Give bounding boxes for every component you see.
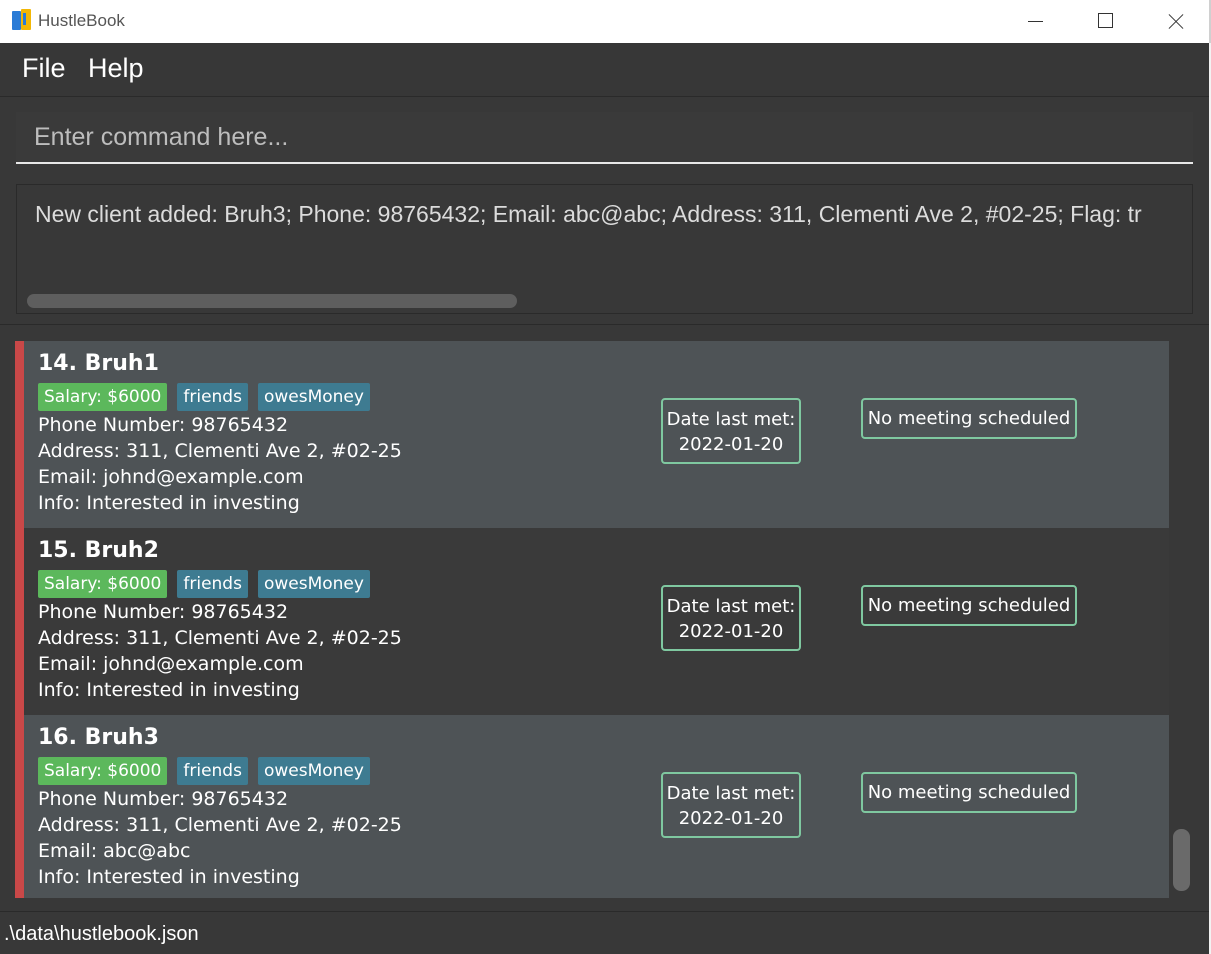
client-address: Address: 311, Clementi Ave 2, #02-25 xyxy=(38,440,402,462)
menu-file[interactable]: File xyxy=(22,53,66,84)
client-phone: Phone Number: 98765432 xyxy=(38,788,289,810)
tag: friends xyxy=(177,570,248,598)
meeting-status-box: No meeting scheduled xyxy=(861,772,1077,813)
meeting-status-box: No meeting scheduled xyxy=(861,398,1077,439)
list-scrollbar-track[interactable] xyxy=(1169,341,1199,898)
client-phone: Phone Number: 98765432 xyxy=(38,601,289,623)
client-info: Info: Interested in investing xyxy=(38,492,300,514)
date-last-met-box: Date last met: 2022-01-20 xyxy=(661,585,801,651)
tag-row: Salary: $6000 friends owesMoney xyxy=(38,570,380,598)
client-phone: Phone Number: 98765432 xyxy=(38,414,289,436)
client-card[interactable]: 16. Bruh3 Salary: $6000 friends owesMone… xyxy=(15,715,1169,898)
client-card[interactable]: 15. Bruh2 Salary: $6000 friends owesMone… xyxy=(15,528,1169,715)
close-icon[interactable] xyxy=(1140,0,1210,43)
result-text: New client added: Bruh3; Phone: 98765432… xyxy=(35,201,1142,227)
client-name: 16. Bruh3 xyxy=(38,725,159,750)
meeting-status-box: No meeting scheduled xyxy=(861,585,1077,626)
client-email: Email: johnd@example.com xyxy=(38,653,304,675)
title-bar: HustleBook xyxy=(0,0,1211,43)
list-scrollbar-thumb[interactable] xyxy=(1173,829,1190,891)
tag: friends xyxy=(177,757,248,785)
client-email: Email: abc@abc xyxy=(38,840,191,862)
save-file-path: .\data\hustlebook.json xyxy=(4,923,199,945)
command-input[interactable] xyxy=(16,112,1193,164)
date-label: Date last met: xyxy=(666,783,796,804)
date-last-met-box: Date last met: 2022-01-20 xyxy=(661,772,801,838)
client-email: Email: johnd@example.com xyxy=(38,466,304,488)
date-label: Date last met: xyxy=(666,409,796,430)
window-title: HustleBook xyxy=(38,11,125,30)
salary-tag: Salary: $6000 xyxy=(38,757,168,785)
tag-row: Salary: $6000 friends owesMoney xyxy=(38,383,380,411)
salary-tag: Salary: $6000 xyxy=(38,383,168,411)
tag: owesMoney xyxy=(257,383,370,411)
menu-bar: File Help xyxy=(0,43,1211,97)
separator xyxy=(0,324,1209,325)
client-address: Address: 311, Clementi Ave 2, #02-25 xyxy=(38,627,402,649)
client-card[interactable]: 14. Bruh1 Salary: $6000 friends owesMone… xyxy=(15,341,1169,528)
result-horizontal-scrollbar[interactable] xyxy=(27,294,517,308)
date-value: 2022-01-20 xyxy=(678,621,784,642)
tag: friends xyxy=(177,383,248,411)
date-value: 2022-01-20 xyxy=(678,434,784,455)
result-display: New client added: Bruh3; Phone: 98765432… xyxy=(16,184,1193,314)
date-value: 2022-01-20 xyxy=(678,808,784,829)
client-info: Info: Interested in investing xyxy=(38,866,300,888)
salary-tag: Salary: $6000 xyxy=(38,570,168,598)
hustlebook-app-icon xyxy=(12,9,32,31)
status-bar: .\data\hustlebook.json xyxy=(0,912,1209,954)
client-name: 14. Bruh1 xyxy=(38,351,159,376)
minimize-icon[interactable] xyxy=(1000,0,1070,43)
client-info: Info: Interested in investing xyxy=(38,679,300,701)
menu-help[interactable]: Help xyxy=(88,53,144,84)
maximize-icon[interactable] xyxy=(1070,0,1140,43)
tag: owesMoney xyxy=(257,757,370,785)
tag: owesMoney xyxy=(257,570,370,598)
client-list: 14. Bruh1 Salary: $6000 friends owesMone… xyxy=(15,341,1169,898)
client-name: 15. Bruh2 xyxy=(38,538,159,563)
date-last-met-box: Date last met: 2022-01-20 xyxy=(661,398,801,464)
date-label: Date last met: xyxy=(666,596,796,617)
client-address: Address: 311, Clementi Ave 2, #02-25 xyxy=(38,814,402,836)
tag-row: Salary: $6000 friends owesMoney xyxy=(38,757,380,785)
